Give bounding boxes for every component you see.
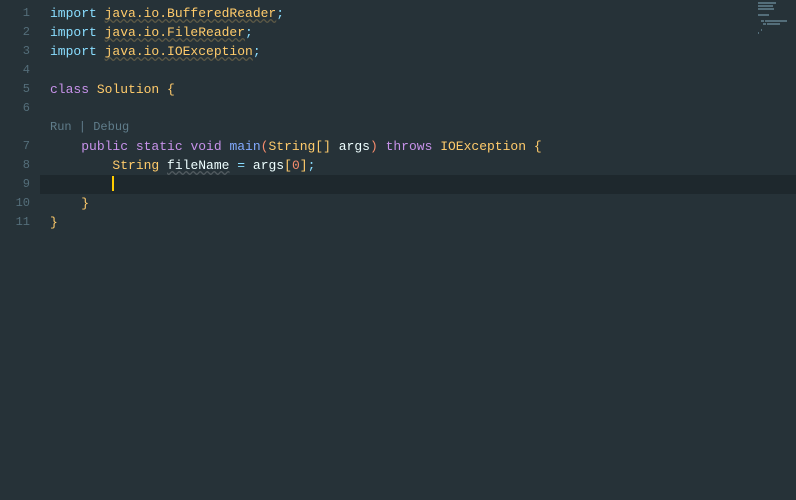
keyword-class: class bbox=[50, 82, 97, 97]
code-line-7[interactable]: public static void main(String[] args) t… bbox=[40, 137, 796, 156]
space bbox=[159, 158, 167, 173]
open-brace: { bbox=[167, 82, 175, 97]
type-string: String bbox=[268, 139, 315, 154]
space bbox=[331, 139, 339, 154]
variable-args: args bbox=[253, 158, 284, 173]
keyword-import: import bbox=[50, 44, 105, 59]
space bbox=[159, 82, 167, 97]
indent bbox=[50, 139, 81, 154]
type-ioexception: IOException bbox=[440, 139, 526, 154]
line-number: 10 bbox=[0, 194, 40, 213]
code-line-4[interactable] bbox=[40, 61, 796, 80]
line-number: 9 bbox=[0, 175, 40, 194]
code-editor[interactable]: 1 2 3 4 5 6 7 8 9 10 11 import java.io.B… bbox=[0, 0, 796, 500]
line-number bbox=[0, 118, 40, 137]
space bbox=[245, 158, 253, 173]
code-content[interactable]: import java.io.BufferedReader; import ja… bbox=[40, 0, 796, 500]
keyword-throws: throws bbox=[386, 139, 441, 154]
codelens-run[interactable]: Run bbox=[50, 120, 72, 134]
indent bbox=[50, 177, 112, 192]
code-line-8[interactable]: String fileName = args[0]; bbox=[40, 156, 796, 175]
keyword-static: static bbox=[136, 139, 191, 154]
code-line-11[interactable]: } bbox=[40, 213, 796, 232]
space bbox=[526, 139, 534, 154]
code-line-6[interactable] bbox=[40, 99, 796, 118]
code-line-3[interactable]: import java.io.IOException; bbox=[40, 42, 796, 61]
line-number-gutter: 1 2 3 4 5 6 7 8 9 10 11 bbox=[0, 0, 40, 500]
codelens: Run | Debug bbox=[40, 118, 796, 137]
close-bracket: ] bbox=[323, 139, 331, 154]
equals-operator: = bbox=[237, 158, 245, 173]
text-cursor bbox=[112, 176, 114, 191]
variable-filename: fileName bbox=[167, 158, 229, 173]
indent bbox=[50, 158, 112, 173]
number-literal: 0 bbox=[292, 158, 300, 173]
code-line-2[interactable]: import java.io.FileReader; bbox=[40, 23, 796, 42]
line-number: 7 bbox=[0, 137, 40, 156]
open-brace: { bbox=[534, 139, 542, 154]
line-number: 3 bbox=[0, 42, 40, 61]
line-number: 5 bbox=[0, 80, 40, 99]
semicolon: ; bbox=[245, 25, 253, 40]
line-number: 1 bbox=[0, 4, 40, 23]
code-line-9-current[interactable] bbox=[40, 175, 796, 194]
indent bbox=[50, 196, 81, 211]
close-brace: } bbox=[50, 215, 58, 230]
keyword-void: void bbox=[190, 139, 229, 154]
code-line-1[interactable]: import java.io.BufferedReader; bbox=[40, 4, 796, 23]
semicolon: ; bbox=[308, 158, 316, 173]
line-number: 2 bbox=[0, 23, 40, 42]
line-number: 11 bbox=[0, 213, 40, 232]
line-number: 6 bbox=[0, 99, 40, 118]
keyword-import: import bbox=[50, 25, 105, 40]
method-name: main bbox=[229, 139, 260, 154]
code-line-10[interactable]: } bbox=[40, 194, 796, 213]
close-bracket: ] bbox=[300, 158, 308, 173]
open-bracket: [ bbox=[284, 158, 292, 173]
semicolon: ; bbox=[253, 44, 261, 59]
param-args: args bbox=[339, 139, 370, 154]
type-string: String bbox=[112, 158, 159, 173]
codelens-debug[interactable]: Debug bbox=[93, 120, 129, 134]
close-brace: } bbox=[81, 196, 89, 211]
keyword-public: public bbox=[81, 139, 136, 154]
line-number: 4 bbox=[0, 61, 40, 80]
package-name: java.io.FileReader bbox=[105, 25, 245, 40]
keyword-import: import bbox=[50, 6, 105, 21]
space bbox=[378, 139, 386, 154]
class-name: Solution bbox=[97, 82, 159, 97]
close-paren: ) bbox=[370, 139, 378, 154]
line-number: 8 bbox=[0, 156, 40, 175]
code-line-5[interactable]: class Solution { bbox=[40, 80, 796, 99]
codelens-separator: | bbox=[72, 120, 94, 134]
open-bracket: [ bbox=[315, 139, 323, 154]
semicolon: ; bbox=[276, 6, 284, 21]
package-name: java.io.BufferedReader bbox=[105, 6, 277, 21]
package-name: java.io.IOException bbox=[105, 44, 253, 59]
